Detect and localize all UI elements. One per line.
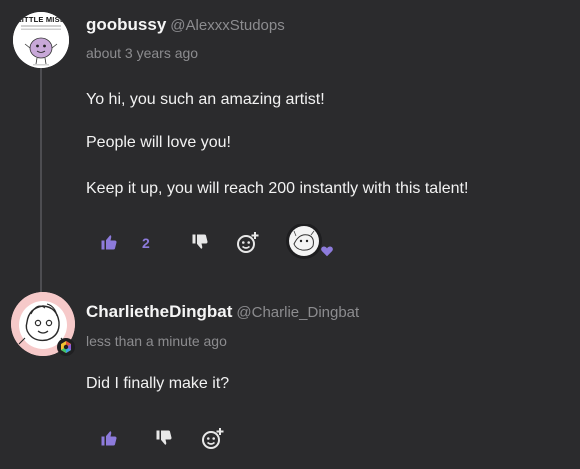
comment-header: goobussy @AlexxxStudops: [86, 15, 285, 35]
hexagon-badge-icon: [57, 338, 75, 356]
comment-1: LITTLE MISS goobussy @AlexxxStudops about…: [0, 0, 580, 290]
heart-icon: [321, 246, 333, 257]
thumbs-up-icon[interactable]: [100, 429, 118, 452]
timestamp[interactable]: about 3 years ago: [86, 45, 198, 61]
comment-paragraph: People will love you!: [86, 134, 231, 151]
thumbs-down-icon[interactable]: [155, 429, 173, 452]
username[interactable]: CharlietheDingbat: [86, 302, 232, 321]
avatar-caption: LITTLE MISS: [16, 15, 66, 24]
avatar[interactable]: LITTLE MISS: [13, 12, 69, 68]
comment-actions: [96, 427, 296, 456]
comment-header: CharlietheDingbat @Charlie_Dingbat: [86, 302, 359, 322]
user-handle[interactable]: @Charlie_Dingbat: [236, 304, 359, 321]
thumbs-down-icon[interactable]: [191, 233, 209, 256]
avatar[interactable]: [11, 292, 75, 356]
comment-actions: 2: [96, 223, 356, 260]
reaction-chip[interactable]: [284, 223, 334, 260]
like-count: 2: [142, 235, 150, 251]
add-reaction-icon[interactable]: [201, 427, 225, 456]
timestamp[interactable]: less than a minute ago: [86, 333, 227, 349]
username[interactable]: goobussy: [86, 15, 166, 34]
comment-paragraph: Keep it up, you will reach 200 instantly…: [86, 180, 469, 197]
comment-paragraph: Did I finally make it?: [86, 375, 230, 392]
user-handle[interactable]: @AlexxxStudops: [170, 17, 284, 34]
add-reaction-icon[interactable]: [236, 231, 260, 260]
comment-2: CharlietheDingbat @Charlie_Dingbat less t…: [0, 288, 580, 469]
comment-paragraph: Yo hi, you such an amazing artist!: [86, 91, 325, 108]
thumbs-up-icon[interactable]: [100, 233, 118, 256]
